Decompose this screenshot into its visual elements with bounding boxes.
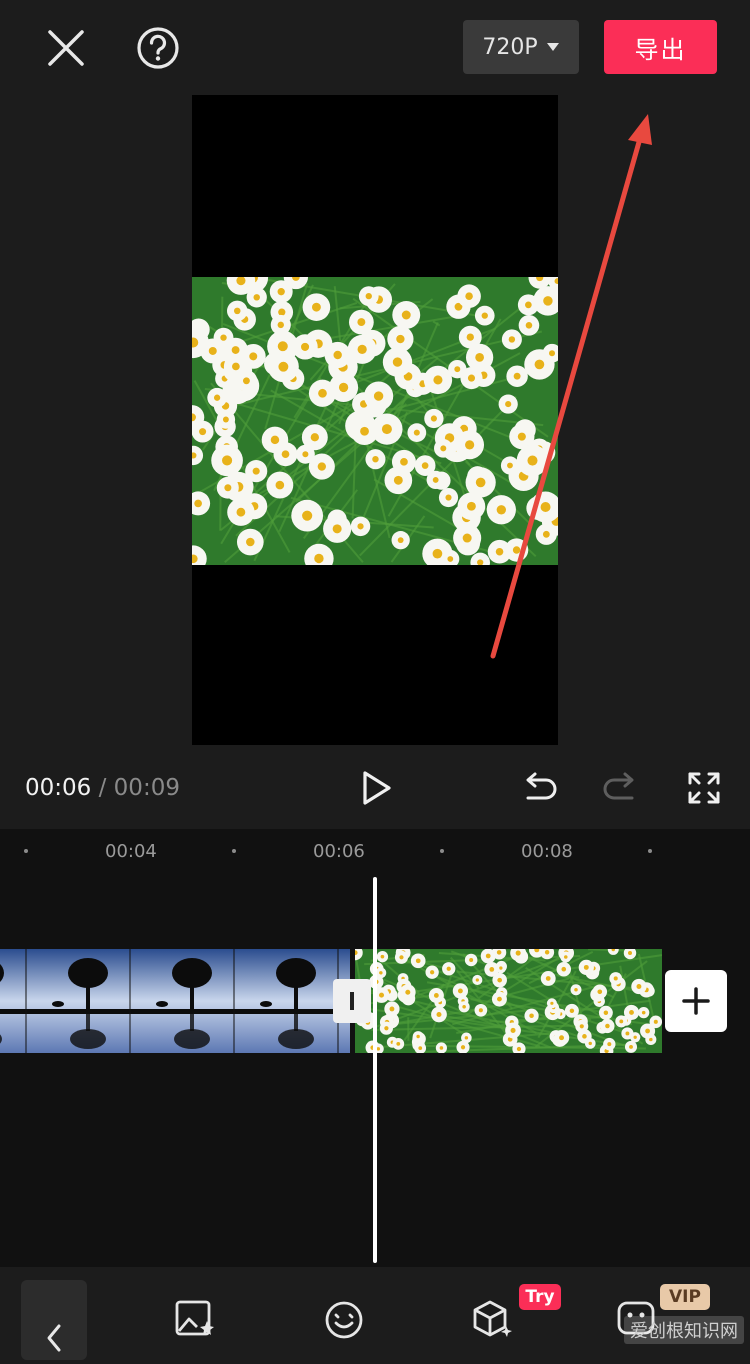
undo-icon bbox=[516, 766, 560, 810]
ruler-tick bbox=[648, 849, 652, 853]
current-time: 00:06 bbox=[25, 775, 91, 801]
undo-button[interactable] bbox=[516, 766, 560, 810]
resolution-dropdown[interactable]: 720P bbox=[463, 20, 579, 74]
help-icon bbox=[134, 24, 182, 72]
fullscreen-icon bbox=[682, 766, 726, 810]
video-preview[interactable] bbox=[192, 95, 558, 745]
add-clip-button[interactable] bbox=[665, 970, 727, 1032]
cube-icon bbox=[470, 1297, 514, 1341]
play-button[interactable] bbox=[354, 766, 398, 810]
vip-badge: VIP bbox=[660, 1284, 710, 1310]
redo-icon bbox=[600, 766, 644, 810]
daisy-thumbnail-strip bbox=[355, 949, 662, 1053]
tree-thumbnail-strip bbox=[0, 949, 350, 1053]
back-button[interactable] bbox=[21, 1280, 87, 1360]
sticker-face-icon bbox=[322, 1297, 366, 1341]
playhead[interactable] bbox=[373, 877, 377, 1263]
watermark: 爱创根知识网 bbox=[624, 1316, 744, 1344]
tool-3d-effect[interactable] bbox=[470, 1297, 514, 1341]
bottom-toolbar: Try VIP 爱创根知识网 bbox=[0, 1267, 750, 1350]
video-clip-tree[interactable] bbox=[0, 949, 350, 1053]
caret-down-icon bbox=[546, 42, 560, 52]
transition-button[interactable] bbox=[333, 979, 371, 1023]
time-display: 00:06 / 00:09 bbox=[25, 775, 180, 801]
resolution-label: 720P bbox=[482, 35, 537, 60]
daisy-image bbox=[192, 277, 558, 565]
play-icon bbox=[354, 766, 398, 810]
close-icon bbox=[42, 24, 90, 72]
preview-frame bbox=[192, 277, 558, 565]
export-button[interactable]: 导出 bbox=[604, 20, 717, 74]
transition-icon bbox=[347, 990, 357, 1012]
ruler-tick bbox=[440, 849, 444, 853]
ruler-label-6s: 00:06 bbox=[313, 841, 365, 862]
tool-image-effect[interactable] bbox=[173, 1297, 217, 1341]
time-separator: / bbox=[91, 775, 113, 801]
ruler-label-8s: 00:08 bbox=[521, 841, 573, 862]
close-button[interactable] bbox=[42, 24, 90, 72]
ruler-tick bbox=[232, 849, 236, 853]
tool-sticker[interactable] bbox=[322, 1297, 366, 1341]
top-bar: 720P 导出 bbox=[0, 0, 750, 94]
timeline[interactable]: 00:04 00:06 00:08 bbox=[0, 829, 750, 1267]
export-label: 导出 bbox=[635, 30, 687, 65]
image-effect-icon bbox=[173, 1297, 217, 1341]
total-time: 00:09 bbox=[114, 775, 180, 801]
fullscreen-button[interactable] bbox=[682, 766, 726, 810]
ruler-tick bbox=[24, 849, 28, 853]
try-badge: Try bbox=[519, 1284, 561, 1310]
help-button[interactable] bbox=[134, 24, 182, 72]
chevron-left-icon bbox=[21, 1280, 87, 1360]
ruler-label-4s: 00:04 bbox=[105, 841, 157, 862]
video-clip-daisies[interactable] bbox=[355, 949, 662, 1053]
plus-icon bbox=[681, 986, 711, 1016]
redo-button[interactable] bbox=[600, 766, 644, 810]
